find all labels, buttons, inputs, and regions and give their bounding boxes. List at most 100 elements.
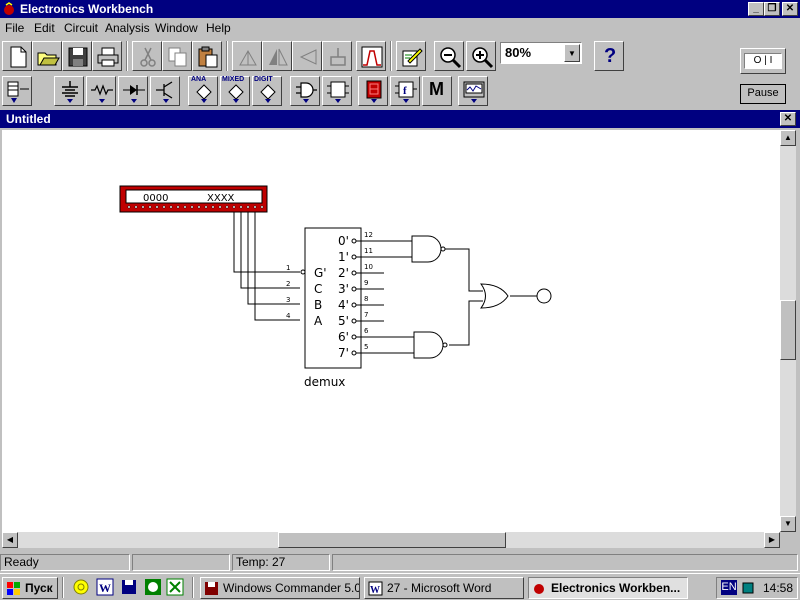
indicators-bin-button[interactable]: [358, 76, 388, 106]
favorites-bin-button[interactable]: [2, 76, 32, 106]
app-logo-icon: [4, 2, 14, 15]
scroll-left-button[interactable]: ◀: [2, 532, 18, 548]
paste-button[interactable]: [192, 41, 222, 71]
mixed-ics-bin-button[interactable]: MIXED: [220, 76, 250, 106]
diode-icon: [123, 85, 145, 103]
document-title-bar[interactable]: Untitled ✕: [0, 110, 800, 128]
component-properties-button[interactable]: [322, 41, 352, 71]
save-button[interactable]: [62, 41, 92, 71]
svg-text:12: 12: [364, 231, 373, 239]
or-gate[interactable]: [480, 283, 509, 309]
miscellaneous-bin-button[interactable]: M: [422, 76, 452, 106]
menu-circuit[interactable]: Circuit: [64, 21, 98, 35]
svg-text:1: 1: [286, 264, 290, 272]
new-button[interactable]: [2, 41, 32, 71]
menu-edit[interactable]: Edit: [34, 21, 55, 35]
demux-component[interactable]: demux G' 1 C 2 B 3 A 4 0' 12 1' 11 2' 10…: [286, 227, 384, 389]
cut-button[interactable]: [132, 41, 162, 71]
instruments-bin-button[interactable]: [458, 76, 488, 106]
quicklaunch-clock-icon[interactable]: [144, 578, 162, 596]
logic-gate-icon: [296, 82, 317, 103]
horizontal-scrollbar[interactable]: ◀ ▶: [2, 532, 780, 548]
quicklaunch-word-icon[interactable]: W: [96, 578, 114, 596]
menu-help[interactable]: Help: [206, 21, 231, 35]
output-probe[interactable]: [536, 288, 552, 304]
digital-ics-bin-button[interactable]: DIGIT: [252, 76, 282, 106]
flip-vertical-icon: [299, 49, 317, 65]
description-button[interactable]: [396, 41, 426, 71]
flip-horizontal-button[interactable]: [262, 41, 292, 71]
zoom-out-button[interactable]: [434, 41, 464, 71]
status-pane-4: [332, 554, 798, 571]
favorites-bin-icon: [7, 81, 29, 103]
controls-bin-button[interactable]: f: [390, 76, 420, 106]
zoom-select[interactable]: 80% ▼: [500, 42, 582, 64]
restore-button[interactable]: ❐: [764, 2, 780, 16]
horizontal-scroll-thumb[interactable]: [278, 532, 506, 548]
quicklaunch-browser-icon[interactable]: [72, 578, 90, 596]
print-button[interactable]: [92, 41, 122, 71]
svg-text:7: 7: [364, 311, 368, 319]
language-indicator[interactable]: EN: [721, 580, 737, 595]
taskbar-separator: [62, 577, 64, 598]
help-button[interactable]: ?: [594, 41, 624, 71]
scroll-up-button[interactable]: ▲: [780, 130, 796, 146]
close-button[interactable]: ✕: [782, 2, 798, 16]
flip-vertical-button[interactable]: [292, 41, 322, 71]
document-close-button[interactable]: ✕: [780, 112, 796, 126]
status-temperature: Temp: 27: [232, 554, 330, 571]
and-gate-1[interactable]: [411, 235, 446, 263]
circuit-schematic: 0000 XXXX demux G' 1 C 2 B 3 A 4 0' 12 1…: [119, 185, 552, 389]
digital-bin-button[interactable]: [322, 76, 352, 106]
minimize-button[interactable]: _: [748, 2, 764, 16]
basic-bin-button[interactable]: [86, 76, 116, 106]
zoom-dropdown-button[interactable]: ▼: [564, 44, 580, 62]
scroll-right-button[interactable]: ▶: [764, 532, 780, 548]
arrow-down-icon: ▼: [784, 519, 792, 528]
copy-button[interactable]: [162, 41, 192, 71]
app-title-bar[interactable]: Electronics Workbench _ ❐ ✕: [0, 0, 800, 18]
gate-wires: [356, 240, 538, 354]
svg-text:9: 9: [364, 279, 368, 287]
start-button[interactable]: Пуск: [2, 577, 58, 599]
arrow-up-icon: ▲: [784, 133, 792, 142]
create-subcircuit-button[interactable]: [356, 41, 386, 71]
svg-text:11: 11: [364, 247, 373, 255]
instruments-icon: [463, 81, 485, 103]
analog-ics-bin-button[interactable]: ANA: [188, 76, 218, 106]
close-icon: ✕: [783, 113, 793, 124]
quicklaunch-save-icon[interactable]: [120, 578, 138, 596]
svg-text:G': G': [314, 266, 327, 280]
menu-file[interactable]: File: [5, 21, 24, 35]
power-switch[interactable]: O | I: [740, 48, 786, 74]
vertical-scroll-thumb[interactable]: [780, 300, 796, 360]
svg-text:4: 4: [286, 312, 291, 320]
restore-icon: ❐: [767, 3, 777, 14]
sources-bin-button[interactable]: [54, 76, 84, 106]
vertical-scrollbar[interactable]: ▲ ▼: [780, 130, 796, 532]
rotate-button[interactable]: [232, 41, 262, 71]
flip-horizontal-icon: [269, 48, 288, 66]
menu-window[interactable]: Window: [155, 21, 198, 35]
menu-analysis[interactable]: Analysis: [105, 21, 150, 35]
word-generator[interactable]: 0000 XXXX: [119, 185, 268, 213]
scroll-down-button[interactable]: ▼: [780, 516, 796, 532]
tray-network-icon[interactable]: [741, 581, 755, 595]
close-icon: ✕: [785, 3, 795, 14]
quicklaunch-excel-icon[interactable]: [166, 578, 184, 596]
task-microsoft-word[interactable]: W 27 - Microsoft Word: [364, 577, 524, 599]
circuit-canvas[interactable]: 0000 XXXX demux G' 1 C 2 B 3 A 4 0' 12 1…: [2, 130, 780, 532]
transistors-bin-button[interactable]: [150, 76, 180, 106]
logic-gates-bin-button[interactable]: [290, 76, 320, 106]
svg-text:2: 2: [286, 280, 290, 288]
task-electronics-workbench[interactable]: Electronics Workben...: [528, 577, 688, 599]
svg-text:8: 8: [364, 295, 368, 303]
and-gate-2[interactable]: [413, 331, 448, 359]
task-windows-commander[interactable]: Windows Commander 5.0 -...: [200, 577, 360, 599]
start-label: Пуск: [25, 581, 53, 595]
pause-button[interactable]: Pause: [740, 84, 786, 104]
open-button[interactable]: [32, 41, 62, 71]
clock[interactable]: 14:58: [763, 581, 793, 595]
zoom-in-button[interactable]: [466, 41, 496, 71]
diodes-bin-button[interactable]: [118, 76, 148, 106]
